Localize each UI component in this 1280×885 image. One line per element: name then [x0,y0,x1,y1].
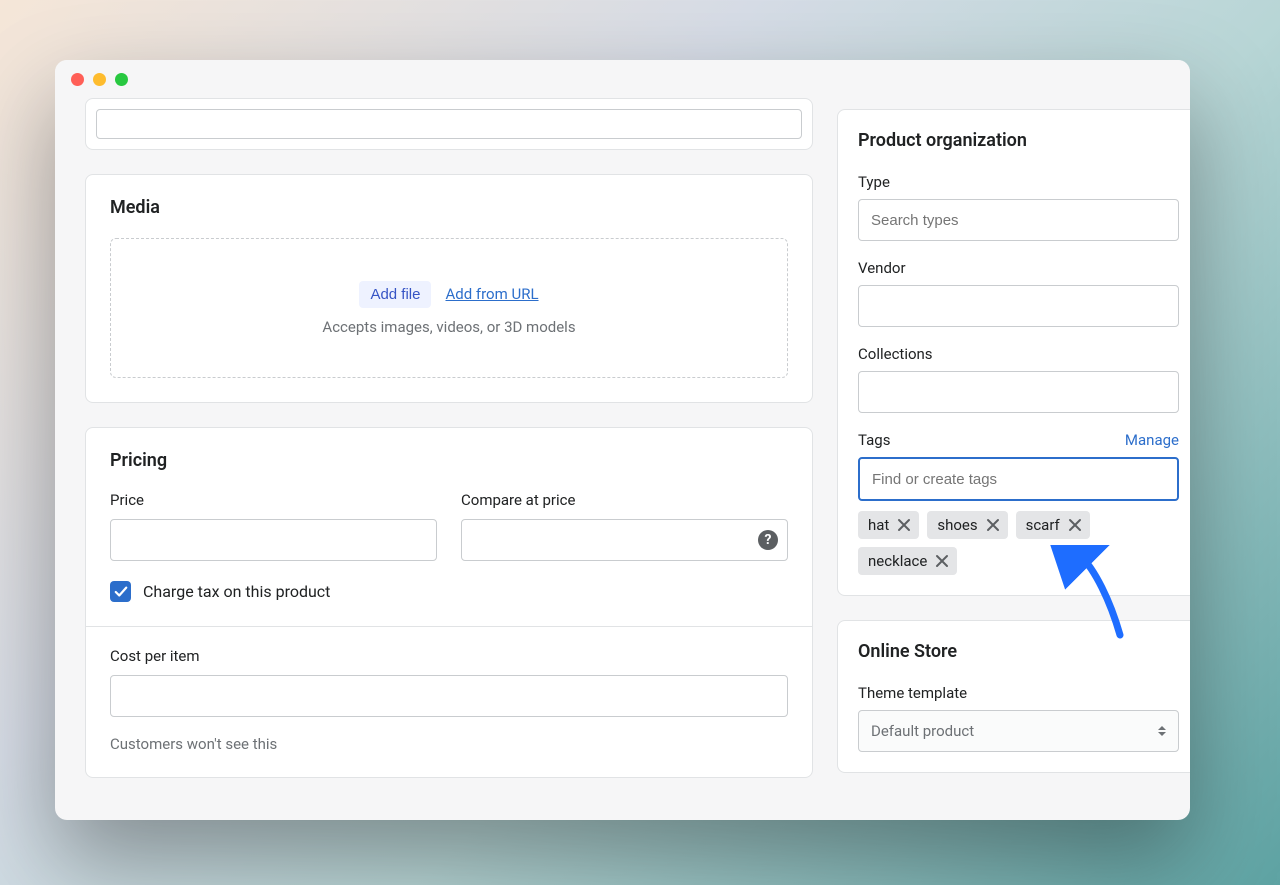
main-column: Media Add file Add from URL Accepts imag… [85,98,813,800]
cost-help-text: Customers won't see this [110,735,788,753]
select-caret-icon [1158,726,1166,736]
pricing-card: Pricing Price Compare at price ? [85,427,813,778]
compare-price-field-group: Compare at price ? [461,491,788,561]
collections-input[interactable] [858,371,1179,413]
close-window-button[interactable] [71,73,84,86]
media-help-text: Accepts images, videos, or 3D models [322,318,575,336]
compare-price-label: Compare at price [461,491,788,509]
app-window: Media Add file Add from URL Accepts imag… [55,60,1190,820]
minimize-window-button[interactable] [93,73,106,86]
tag-label: hat [868,516,889,534]
tag-label: shoes [937,516,977,534]
tag-label: scarf [1026,516,1060,534]
cost-label: Cost per item [110,647,788,665]
template-label: Theme template [858,684,1179,702]
media-card: Media Add file Add from URL Accepts imag… [85,174,813,403]
description-field[interactable] [96,109,802,139]
compare-price-input[interactable] [461,519,788,561]
tag-chip: necklace [858,547,957,575]
remove-tag-icon[interactable] [897,518,911,532]
charge-tax-checkbox[interactable] [110,581,131,602]
tags-input[interactable] [858,457,1179,501]
template-value: Default product [871,722,974,740]
charge-tax-row: Charge tax on this product [110,581,788,602]
type-label: Type [858,173,1179,191]
tag-label: necklace [868,552,927,570]
tag-chip: hat [858,511,919,539]
sidebar-column: Product organization Type Vendor Collect… [837,98,1190,800]
type-input[interactable] [858,199,1179,241]
maximize-window-button[interactable] [115,73,128,86]
remove-tag-icon[interactable] [986,518,1000,532]
vendor-input[interactable] [858,285,1179,327]
remove-tag-icon[interactable] [935,554,949,568]
pricing-title: Pricing [110,450,788,471]
media-actions: Add file Add from URL [359,281,538,308]
check-icon [114,585,128,599]
tags-list: hat shoes scarf necklace [858,511,1179,575]
remove-tag-icon[interactable] [1068,518,1082,532]
organization-card: Product organization Type Vendor Collect… [837,109,1190,596]
online-store-card: Online Store Theme template Default prod… [837,620,1190,773]
collections-label: Collections [858,345,1179,363]
cost-input[interactable] [110,675,788,717]
organization-title: Product organization [858,130,1179,151]
add-from-url-link[interactable]: Add from URL [445,285,538,303]
description-card [85,98,813,150]
window-titlebar [55,60,1190,98]
media-title: Media [110,197,788,218]
media-dropzone[interactable]: Add file Add from URL Accepts images, vi… [110,238,788,378]
tag-chip: shoes [927,511,1007,539]
online-store-title: Online Store [858,641,1179,662]
price-label: Price [110,491,437,509]
manage-tags-link[interactable]: Manage [1125,431,1179,449]
charge-tax-label: Charge tax on this product [143,582,330,601]
vendor-label: Vendor [858,259,1179,277]
tag-chip: scarf [1016,511,1090,539]
add-file-button[interactable]: Add file [359,281,431,308]
help-icon[interactable]: ? [758,530,778,550]
price-field-group: Price [110,491,437,561]
price-input[interactable] [110,519,437,561]
window-controls [71,73,128,86]
page-content: Media Add file Add from URL Accepts imag… [55,98,1190,820]
tags-label: Tags [858,431,890,449]
template-select[interactable]: Default product [858,710,1179,752]
